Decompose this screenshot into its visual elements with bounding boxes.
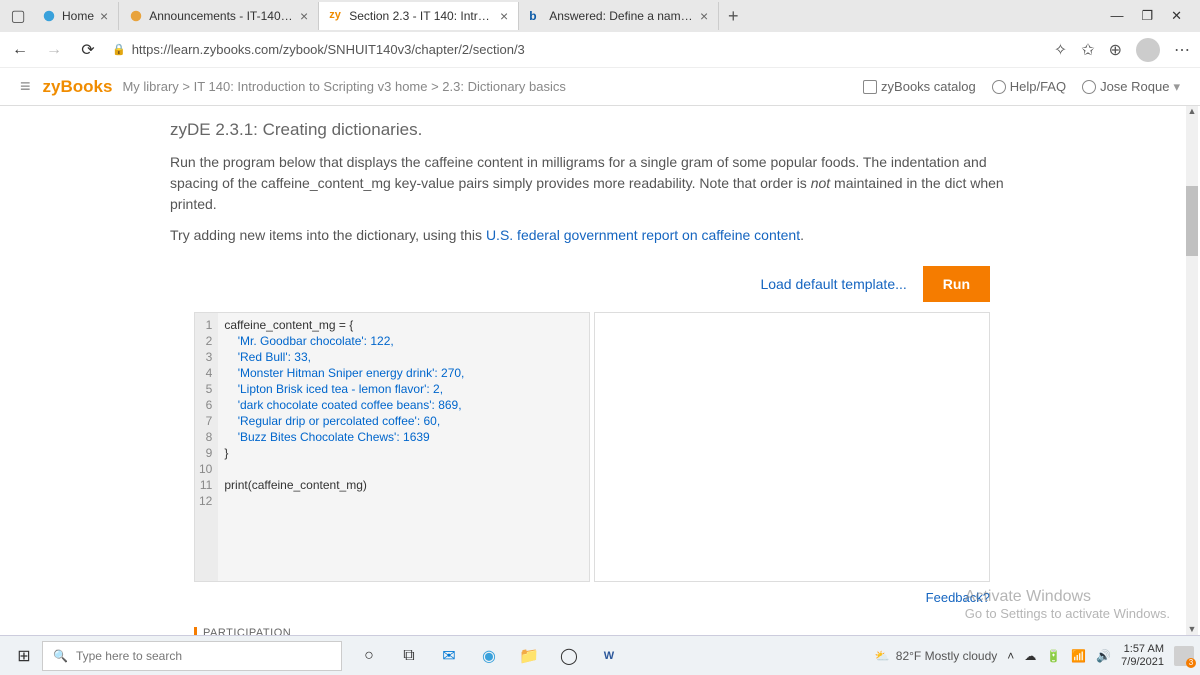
start-button[interactable]: ⊞ bbox=[6, 638, 42, 674]
run-button[interactable]: Run bbox=[923, 266, 990, 302]
tab-zybooks[interactable]: zy Section 2.3 - IT 140: Introduction × bbox=[319, 2, 519, 30]
maximize-button[interactable]: ❐ bbox=[1141, 8, 1153, 24]
vertical-scrollbar[interactable]: ▲ ▼ bbox=[1186, 106, 1198, 636]
task-view-icon[interactable]: ⧉ bbox=[396, 643, 422, 669]
battery-icon[interactable]: 🔋 bbox=[1046, 649, 1061, 663]
close-icon[interactable]: × bbox=[300, 8, 308, 24]
new-tab-button[interactable]: + bbox=[719, 6, 747, 27]
refresh-button[interactable]: ⟳ bbox=[78, 40, 98, 60]
activate-windows-watermark: Activate Windows Go to Settings to activ… bbox=[965, 588, 1170, 621]
search-icon: 🔍 bbox=[53, 649, 68, 663]
tracking-icon[interactable]: ✧ bbox=[1054, 40, 1067, 60]
feedback-link[interactable]: Feedback? bbox=[170, 590, 990, 605]
more-button[interactable]: ⋯ bbox=[1174, 40, 1190, 60]
page-content: zyDE 2.3.1: Creating dictionaries. Run t… bbox=[0, 106, 1186, 635]
close-icon[interactable]: × bbox=[500, 8, 508, 24]
tab-announcements[interactable]: Announcements - IT-140-J6182 × bbox=[119, 2, 319, 30]
tab-bartleby[interactable]: b Answered: Define a named tuple × bbox=[519, 2, 719, 30]
url-field[interactable]: 🔒 https://learn.zybooks.com/zybook/SNHUI… bbox=[112, 42, 1040, 57]
cortana-icon[interactable]: ○ bbox=[356, 643, 382, 669]
lock-icon: 🔒 bbox=[112, 43, 126, 56]
tab-label: Announcements - IT-140-J6182 bbox=[149, 9, 294, 23]
line-gutter: 123456789101112 bbox=[195, 313, 218, 581]
instruction-paragraph-1: Run the program below that displays the … bbox=[170, 152, 1010, 215]
notifications-icon[interactable] bbox=[1174, 646, 1194, 666]
bartleby-icon: b bbox=[529, 9, 543, 23]
forward-button[interactable]: → bbox=[44, 40, 64, 60]
scroll-up-icon[interactable]: ▲ bbox=[1186, 106, 1198, 118]
report-link[interactable]: U.S. federal government report on caffei… bbox=[486, 227, 800, 243]
book-icon bbox=[863, 80, 877, 94]
explorer-icon[interactable]: 📁 bbox=[516, 643, 542, 669]
profile-button[interactable] bbox=[1136, 38, 1160, 62]
breadcrumb[interactable]: My library > IT 140: Introduction to Scr… bbox=[122, 79, 565, 94]
help-icon bbox=[992, 80, 1006, 94]
browser-tab-strip: ▢ Home × Announcements - IT-140-J6182 × … bbox=[0, 0, 1200, 32]
mail-icon[interactable]: ✉ bbox=[436, 643, 462, 669]
edge-taskbar-icon[interactable]: ◉ bbox=[476, 643, 502, 669]
scroll-thumb[interactable] bbox=[1186, 186, 1198, 256]
code-area[interactable]: caffeine_content_mg = { 'Mr. Goodbar cho… bbox=[218, 313, 470, 581]
onedrive-icon[interactable]: ☁ bbox=[1024, 649, 1036, 663]
wifi-icon[interactable]: 📶 bbox=[1071, 649, 1086, 663]
help-link[interactable]: Help/FAQ bbox=[992, 79, 1066, 94]
code-editor[interactable]: 123456789101112 caffeine_content_mg = { … bbox=[194, 312, 590, 582]
output-panel bbox=[594, 312, 990, 582]
weather-icon: ⛅ bbox=[875, 649, 890, 663]
load-template-link[interactable]: Load default template... bbox=[760, 276, 906, 292]
tab-label: Answered: Define a named tuple bbox=[549, 9, 694, 23]
collections-icon[interactable]: ⊕ bbox=[1109, 40, 1122, 60]
zybooks-header: ≡ zyBooks My library > IT 140: Introduct… bbox=[0, 68, 1200, 106]
word-icon[interactable]: W bbox=[596, 643, 622, 669]
url-text: https://learn.zybooks.com/zybook/SNHUIT1… bbox=[132, 42, 525, 57]
zybooks-logo[interactable]: zyBooks bbox=[43, 77, 113, 97]
minimize-button[interactable]: — bbox=[1110, 8, 1123, 24]
tray-chevron-icon[interactable]: ˄ bbox=[1007, 649, 1014, 663]
close-window-button[interactable]: ✕ bbox=[1171, 8, 1182, 24]
tab-home[interactable]: Home × bbox=[32, 2, 119, 30]
zybooks-icon: zy bbox=[329, 9, 343, 23]
back-button[interactable]: ← bbox=[10, 40, 30, 60]
instruction-paragraph-2: Try adding new items into the dictionary… bbox=[170, 225, 1010, 246]
close-icon[interactable]: × bbox=[700, 8, 708, 24]
brightspace-icon bbox=[129, 9, 143, 23]
search-placeholder: Type here to search bbox=[76, 649, 182, 663]
taskbar-search[interactable]: 🔍 Type here to search bbox=[42, 641, 342, 671]
favorites-icon[interactable]: ✩ bbox=[1081, 40, 1094, 60]
catalog-link[interactable]: zyBooks catalog bbox=[863, 79, 976, 94]
editor-toolbar: Load default template... Run bbox=[170, 256, 1010, 312]
user-icon bbox=[1082, 80, 1096, 94]
participation-label: PARTICIPATION bbox=[194, 627, 1010, 635]
user-menu[interactable]: Jose Roque bbox=[1082, 79, 1180, 95]
section-title: zyDE 2.3.1: Creating dictionaries. bbox=[170, 106, 1010, 152]
close-icon[interactable]: × bbox=[100, 8, 108, 24]
weather-widget[interactable]: ⛅ 82°F Mostly cloudy bbox=[875, 649, 997, 663]
windows-taskbar: ⊞ 🔍 Type here to search ○ ⧉ ✉ ◉ 📁 ◯ W ⛅ … bbox=[0, 635, 1200, 675]
chrome-icon[interactable]: ◯ bbox=[556, 643, 582, 669]
tab-label: Section 2.3 - IT 140: Introduction bbox=[349, 9, 494, 23]
tab-overview-icon[interactable]: ▢ bbox=[4, 6, 32, 26]
edge-icon bbox=[42, 9, 56, 23]
menu-icon[interactable]: ≡ bbox=[20, 76, 31, 97]
taskbar-clock[interactable]: 1:57 AM 7/9/2021 bbox=[1121, 643, 1164, 669]
volume-icon[interactable]: 🔊 bbox=[1096, 649, 1111, 663]
tab-label: Home bbox=[62, 9, 94, 23]
address-bar: ← → ⟳ 🔒 https://learn.zybooks.com/zybook… bbox=[0, 32, 1200, 68]
